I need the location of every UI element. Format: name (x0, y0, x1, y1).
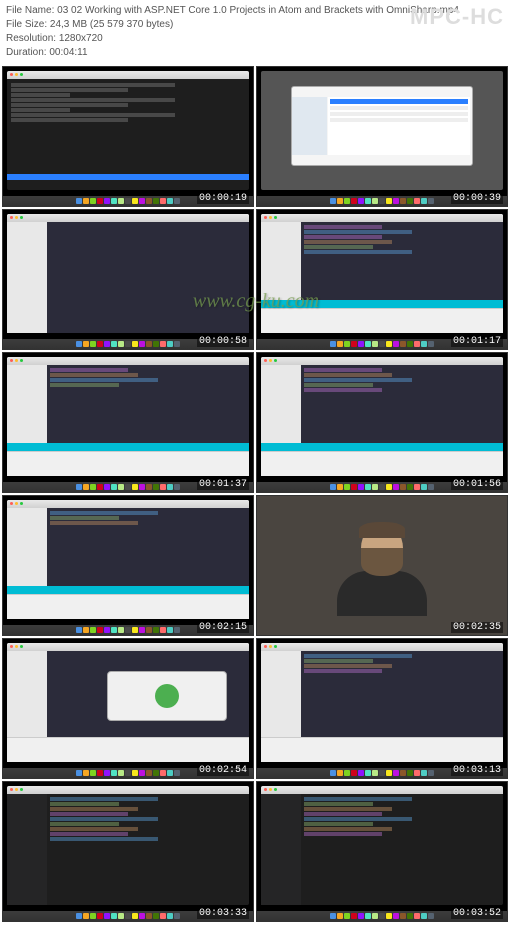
filename-label: File Name: (6, 5, 54, 16)
timestamp: 00:03:33 (197, 908, 249, 919)
timestamp: 00:02:54 (197, 765, 249, 776)
filesize-label: File Size: (6, 19, 47, 30)
file-info-header: File Name: 03 02 Working with ASP.NET Co… (0, 0, 512, 64)
file-dialog (291, 86, 473, 166)
timestamp: 00:01:56 (451, 479, 503, 490)
timestamp: 00:01:37 (197, 479, 249, 490)
success-icon (155, 684, 179, 708)
thumbnail-6[interactable]: 00:01:56 (256, 352, 508, 493)
timestamp: 00:01:17 (451, 336, 503, 347)
watermark-text: www.cg-ku.com (193, 290, 319, 313)
thumbnail-9[interactable]: 00:02:54 (2, 638, 254, 779)
thumbnail-7[interactable]: 00:02:15 (2, 495, 254, 636)
thumbnail-10[interactable]: 00:03:13 (256, 638, 508, 779)
filesize-value: 24,3 MB (25 579 370 bytes) (50, 19, 173, 30)
thumbnail-2[interactable]: 00:00:39 (256, 66, 508, 207)
thumbnail-grid: 00:00:19 00:00:39 (0, 64, 512, 926)
install-dialog (107, 671, 227, 721)
timestamp: 00:00:19 (197, 193, 249, 204)
duration-value: 00:04:11 (49, 47, 87, 58)
thumbnail-3[interactable]: 00:00:58 (2, 209, 254, 350)
duration-label: Duration: (6, 47, 47, 58)
timestamp: 00:03:13 (451, 765, 503, 776)
timestamp: 00:03:52 (451, 908, 503, 919)
thumbnail-5[interactable]: 00:01:37 (2, 352, 254, 493)
timestamp: 00:00:39 (451, 193, 503, 204)
resolution-label: Resolution: (6, 33, 56, 44)
mpc-hc-logo: MPC-HC (410, 2, 504, 33)
timestamp: 00:00:58 (197, 336, 249, 347)
thumbnail-1[interactable]: 00:00:19 (2, 66, 254, 207)
thumbnail-12[interactable]: 00:03:52 (256, 781, 508, 922)
thumbnail-4[interactable]: 00:01:17 (256, 209, 508, 350)
thumbnail-8-presenter[interactable]: 00:02:35 (256, 495, 508, 636)
timestamp: 00:02:35 (451, 622, 503, 633)
resolution-value: 1280x720 (59, 33, 103, 44)
timestamp: 00:02:15 (197, 622, 249, 633)
filename-value: 03 02 Working with ASP.NET Core 1.0 Proj… (57, 5, 459, 16)
presenter-photo (332, 516, 432, 616)
thumbnail-11[interactable]: 00:03:33 (2, 781, 254, 922)
